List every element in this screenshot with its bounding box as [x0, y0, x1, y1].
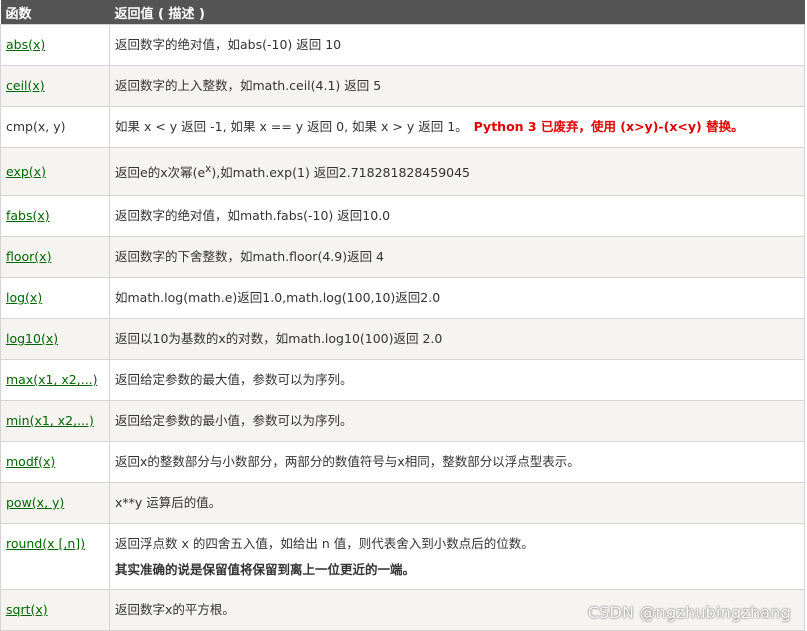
deprecation-warning: Python 3 已废弃，使用 (x>y)-(x<y) 替换。 — [473, 119, 744, 134]
function-link-min[interactable]: min(x1, x2,...) — [6, 413, 94, 428]
description-cell: 如果 x < y 返回 -1, 如果 x == y 返回 0, 如果 x > y… — [109, 106, 805, 148]
function-link-pow[interactable]: pow(x, y) — [6, 495, 64, 510]
description-text: 返回e的x次幂(e — [115, 165, 206, 181]
description-cell: 返回数字的上入整数，如math.ceil(4.1) 返回 5 — [109, 65, 805, 107]
table-row: min(x1, x2,...) 返回给定参数的最小值，参数可以为序列。 — [0, 400, 805, 442]
table-row: cmp(x, y) 如果 x < y 返回 -1, 如果 x == y 返回 0… — [0, 106, 805, 148]
function-link-modf[interactable]: modf(x) — [6, 454, 55, 469]
table-row: abs(x) 返回数字的绝对值，如abs(-10) 返回 10 — [0, 24, 805, 66]
table-row: exp(x) 返回e的x次幂(ex),如math.exp(1) 返回2.7182… — [0, 147, 805, 196]
function-link-log[interactable]: log(x) — [6, 290, 42, 305]
function-link-exp[interactable]: exp(x) — [6, 164, 46, 179]
table-header-row: 函数 返回值 ( 描述 ) — [0, 0, 805, 25]
description-cell: 返回e的x次幂(ex),如math.exp(1) 返回2.71828182845… — [109, 147, 805, 196]
table-row: max(x1, x2,...) 返回给定参数的最大值，参数可以为序列。 — [0, 359, 805, 401]
description-text: 返回浮点数 x 的四舍五入值，如给出 n 值，则代表舍入到小数点后的位数。 — [115, 535, 534, 551]
header-description: 返回值 ( 描述 ) — [109, 0, 805, 25]
description-cell: 返回数字的下舍整数，如math.floor(4.9)返回 4 — [109, 236, 805, 278]
csdn-watermark: CSDN @ngzhubingzhang — [587, 603, 791, 622]
function-link-ceil[interactable]: ceil(x) — [6, 78, 45, 93]
function-link-abs[interactable]: abs(x) — [6, 37, 45, 52]
math-functions-table: 函数 返回值 ( 描述 ) abs(x) 返回数字的绝对值，如abs(-10) … — [0, 0, 805, 631]
table-row: fabs(x) 返回数字的绝对值，如math.fabs(-10) 返回10.0 — [0, 195, 805, 237]
table-row: floor(x) 返回数字的下舍整数，如math.floor(4.9)返回 4 — [0, 236, 805, 278]
table-row: log10(x) 返回以10为基数的x的对数，如math.log10(100)返… — [0, 318, 805, 360]
function-link-max[interactable]: max(x1, x2,...) — [6, 372, 98, 387]
description-cell: 返回给定参数的最小值，参数可以为序列。 — [109, 400, 805, 442]
description-cell: 返回数字的绝对值，如abs(-10) 返回 10 — [109, 24, 805, 66]
function-link-sqrt[interactable]: sqrt(x) — [6, 602, 48, 617]
table-row: round(x [,n]) 返回浮点数 x 的四舍五入值，如给出 n 值，则代表… — [0, 523, 805, 590]
description-text: 如果 x < y 返回 -1, 如果 x == y 返回 0, 如果 x > y… — [115, 119, 468, 134]
table-row: modf(x) 返回x的整数部分与小数部分，两部分的数值符号与x相同，整数部分以… — [0, 441, 805, 483]
table-row: pow(x, y) x**y 运算后的值。 — [0, 482, 805, 524]
function-link-floor[interactable]: floor(x) — [6, 249, 51, 264]
table-row: log(x) 如math.log(math.e)返回1.0,math.log(1… — [0, 277, 805, 319]
description-cell: 返回以10为基数的x的对数，如math.log10(100)返回 2.0 — [109, 318, 805, 360]
function-link-log10[interactable]: log10(x) — [6, 331, 58, 346]
description-text: ),如math.exp(1) 返回2.718281828459045 — [211, 165, 471, 181]
header-function: 函数 — [0, 0, 110, 25]
description-cell: 返回数字的绝对值，如math.fabs(-10) 返回10.0 — [109, 195, 805, 237]
description-cell: 返回浮点数 x 的四舍五入值，如给出 n 值，则代表舍入到小数点后的位数。 其实准… — [109, 523, 805, 590]
round-note: 其实准确的说是保留值将保留到离上一位更近的一端。 — [115, 561, 416, 577]
description-cell: x**y 运算后的值。 — [109, 482, 805, 524]
table-row: ceil(x) 返回数字的上入整数，如math.ceil(4.1) 返回 5 — [0, 65, 805, 107]
function-name-cmp: cmp(x, y) — [6, 119, 66, 134]
description-cell: 返回给定参数的最大值，参数可以为序列。 — [109, 359, 805, 401]
function-link-fabs[interactable]: fabs(x) — [6, 208, 50, 223]
description-cell: 如math.log(math.e)返回1.0,math.log(100,10)返… — [109, 277, 805, 319]
description-cell: 返回x的整数部分与小数部分，两部分的数值符号与x相同，整数部分以浮点型表示。 — [109, 441, 805, 483]
function-link-round[interactable]: round(x [,n]) — [6, 536, 85, 551]
